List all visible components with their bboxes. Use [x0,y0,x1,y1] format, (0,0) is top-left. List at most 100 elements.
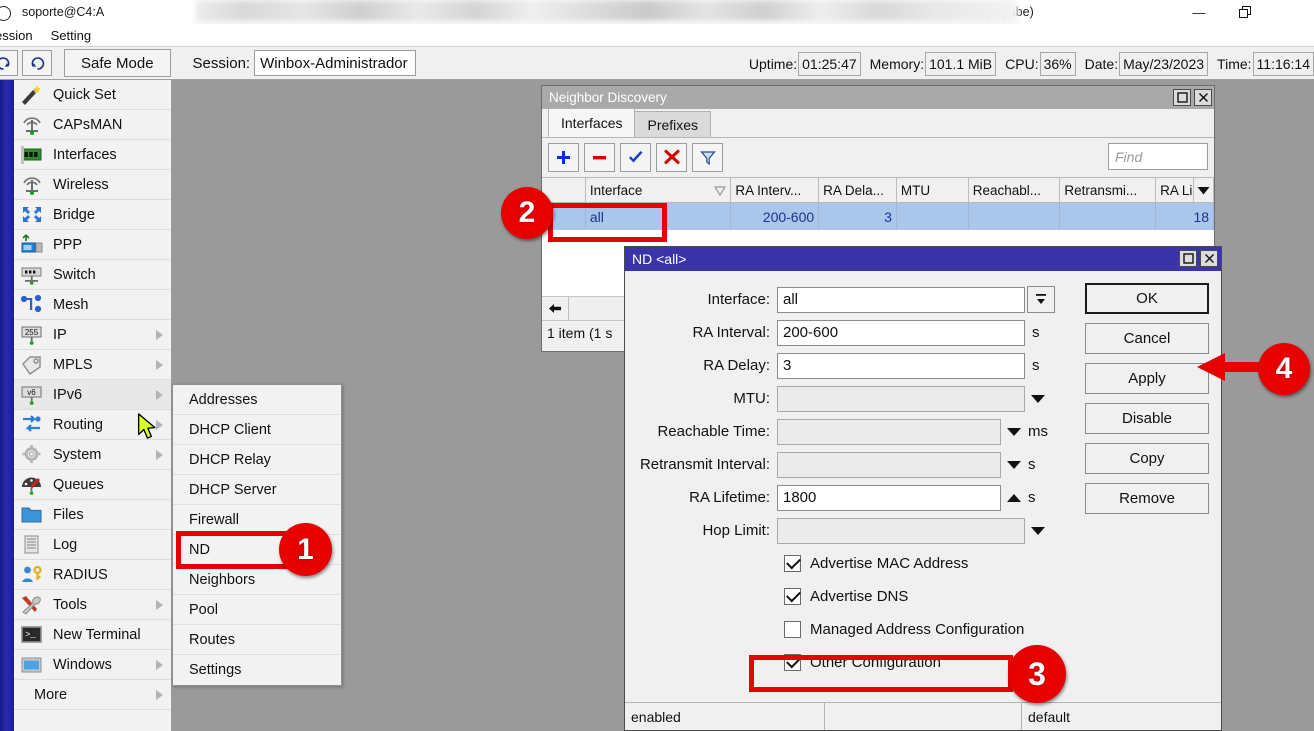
sidebar-item-radius[interactable]: RADIUS [14,560,171,590]
session-value[interactable]: Winbox-Administrador [254,50,416,76]
scroll-left-button[interactable] [542,297,569,320]
col-ra-lifetime[interactable]: RA Li [1156,178,1194,202]
ok-button[interactable]: OK [1085,283,1209,314]
apply-button[interactable]: Apply [1085,363,1209,394]
submenu-item-routes[interactable]: Routes [173,625,341,655]
sidebar-item-capsman[interactable]: CAPsMAN [14,110,171,140]
sidebar-item-ppp[interactable]: PPP [14,230,171,260]
app-icon [2,4,20,20]
add-button[interactable] [548,143,579,172]
cancel-button[interactable]: Cancel [1085,323,1209,354]
chevron-up-icon[interactable] [1007,494,1021,502]
dialog-close-button[interactable] [1200,250,1218,267]
sidebar-item-windows[interactable]: Windows [14,650,171,680]
menu-settings[interactable]: Setting [42,28,100,43]
checkbox-advertise-mac-address[interactable] [784,555,801,572]
checkbox-row-managed-address-configuration[interactable]: Managed Address Configuration [625,613,1221,646]
minimize-button[interactable]: — [1176,0,1222,24]
submenu-item-pool[interactable]: Pool [173,595,341,625]
field-input-ra-interval[interactable]: 200-600 [777,320,1025,346]
chevron-down-icon[interactable] [1031,527,1045,535]
cell-retransmit [1060,203,1156,230]
sidebar-item-bridge[interactable]: Bridge [14,200,171,230]
nd-toolbar: Find [542,138,1214,177]
col-retransmit[interactable]: Retransmi... [1060,178,1156,202]
sidebar-item-switch[interactable]: Switch [14,260,171,290]
submenu-item-addresses[interactable]: Addresses [173,385,341,415]
redo-button[interactable] [22,50,52,76]
checkbox-advertise-dns[interactable] [784,588,801,605]
sidebar-item-wireless[interactable]: Wireless [14,170,171,200]
copy-button[interactable]: Copy [1085,443,1209,474]
remove-button[interactable] [584,143,615,172]
nd-dialog-titlebar[interactable]: ND <all> [625,247,1221,271]
restore-button[interactable] [1222,0,1268,24]
table-row[interactable]: * all 200-600 3 18 [542,203,1214,230]
tab-prefixes[interactable]: Prefixes [634,111,711,137]
field-input-mtu[interactable] [777,386,1025,412]
col-interface-label: Interface [590,183,643,198]
cell-mtu [897,203,969,230]
disable-button[interactable]: Disable [1085,403,1209,434]
menu-session[interactable]: ession [0,28,42,43]
sidebar-item-log[interactable]: Log [14,530,171,560]
checkbox-row-advertise-mac-address[interactable]: Advertise MAC Address [625,547,1221,580]
nd-window-titlebar[interactable]: Neighbor Discovery [542,86,1214,109]
col-ra-delay[interactable]: RA Dela... [819,178,897,202]
field-input-ra-delay[interactable]: 3 [777,353,1025,379]
chevron-down-icon[interactable] [1007,428,1021,436]
disable-button[interactable] [656,143,687,172]
sidebar-item-files[interactable]: Files [14,500,171,530]
nd-dialog-status-bar: enabled default [625,702,1221,730]
chevron-down-icon[interactable] [1007,461,1021,469]
sidebar-item-more[interactable]: More [14,680,171,710]
checkbox-row-other-configuration[interactable]: Other Configuration [625,646,1221,679]
sidebar-item-ipv6[interactable]: v6IPv6 [14,380,171,410]
checkbox-row-advertise-dns[interactable]: Advertise DNS [625,580,1221,613]
sidebar-item-quick-set[interactable]: Quick Set [14,80,171,110]
close-button[interactable] [1268,0,1314,24]
nd-maximize-button[interactable] [1173,89,1191,106]
submenu-item-dhcp-client[interactable]: DHCP Client [173,415,341,445]
submenu-item-dhcp-relay[interactable]: DHCP Relay [173,445,341,475]
filter-button[interactable] [692,143,723,172]
submenu-item-dhcp-server[interactable]: DHCP Server [173,475,341,505]
submenu-item-settings[interactable]: Settings [173,655,341,685]
sidebar-item-queues[interactable]: Queues [14,470,171,500]
enable-button[interactable] [620,143,651,172]
chevron-down-icon[interactable] [1031,395,1045,403]
svg-text:255: 255 [25,328,39,337]
sidebar-item-new-terminal[interactable]: >_New Terminal [14,620,171,650]
nd-grid-header: Interface RA Interv... RA Dela... MTU Re… [542,177,1214,203]
col-ra-interval[interactable]: RA Interv... [731,178,819,202]
nd-dialog-controls [1179,250,1218,267]
safe-mode-button[interactable]: Safe Mode [64,49,171,77]
col-mtu[interactable]: MTU [897,178,969,202]
sidebar-item-mpls[interactable]: MPLS [14,350,171,380]
dialog-maximize-button[interactable] [1179,250,1197,267]
nd-close-button[interactable] [1194,89,1212,106]
col-interface[interactable]: Interface [586,178,732,202]
find-input[interactable]: Find [1108,143,1208,170]
sidebar-item-routing[interactable]: Routing [14,410,171,440]
field-input-ra-lifetime[interactable]: 1800 [777,485,1001,511]
col-reachable[interactable]: Reachabl... [969,178,1061,202]
field-input-reachable-time[interactable] [777,419,1001,445]
nic-icon [20,144,46,166]
undo-button[interactable] [0,50,18,76]
remove-button[interactable]: Remove [1085,483,1209,514]
checkbox-managed-address-configuration[interactable] [784,621,801,638]
field-input-interface[interactable]: all [777,287,1025,313]
sidebar-item-tools[interactable]: Tools [14,590,171,620]
col-menu-button[interactable] [1194,178,1214,202]
sidebar-item-ip[interactable]: 255IP [14,320,171,350]
sidebar-item-interfaces[interactable]: Interfaces [14,140,171,170]
field-input-hop-limit[interactable] [777,518,1025,544]
sidebar-item-label: Routing [53,417,103,433]
sidebar-item-system[interactable]: System [14,440,171,470]
field-input-retransmit-interval[interactable] [777,452,1001,478]
checkbox-other-configuration[interactable] [784,654,801,671]
sidebar-item-mesh[interactable]: Mesh [14,290,171,320]
tab-interfaces[interactable]: Interfaces [548,108,635,137]
interface-dropdown-button[interactable] [1027,286,1055,313]
